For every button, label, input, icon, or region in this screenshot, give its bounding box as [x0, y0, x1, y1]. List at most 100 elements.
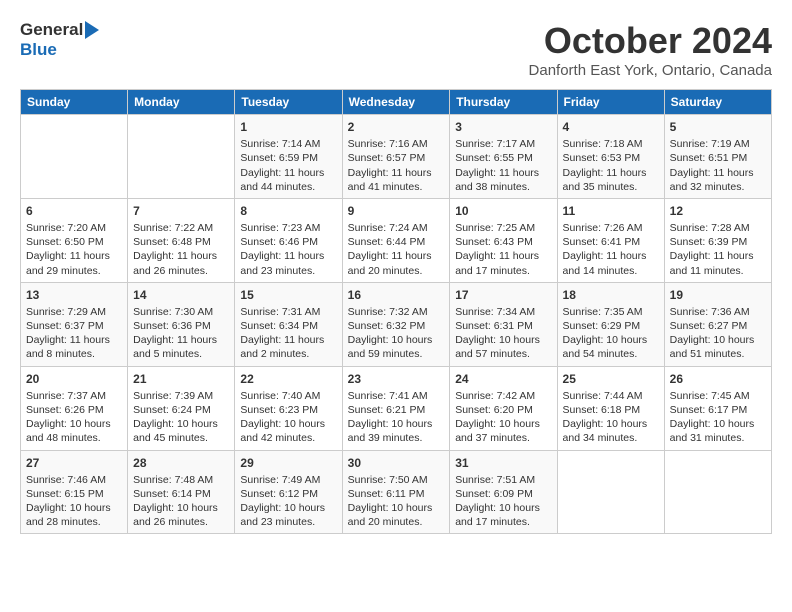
- day-number: 21: [133, 371, 229, 387]
- day-cell: 17 Sunrise: 7:34 AMSunset: 6:31 PMDayligh…: [450, 282, 557, 366]
- week-row-3: 13 Sunrise: 7:29 AMSunset: 6:37 PMDayligh…: [21, 282, 772, 366]
- day-cell: 6 Sunrise: 7:20 AMSunset: 6:50 PMDaylight…: [21, 198, 128, 282]
- day-info: Sunrise: 7:18 AMSunset: 6:53 PMDaylight:…: [563, 137, 659, 194]
- day-number: 6: [26, 203, 122, 219]
- week-row-5: 27Sunrise: 7:46 AMSunset: 6:15 PMDayligh…: [21, 450, 772, 534]
- day-info: Sunrise: 7:23 AMSunset: 6:46 PMDaylight:…: [240, 221, 336, 278]
- day-info: Sunrise: 7:37 AMSunset: 6:26 PMDaylight:…: [26, 389, 122, 446]
- day-cell: 3 Sunrise: 7:17 AMSunset: 6:55 PMDaylight…: [450, 115, 557, 199]
- day-number: 1: [240, 119, 336, 135]
- day-info: Sunrise: 7:14 AMSunset: 6:59 PMDaylight:…: [240, 137, 336, 194]
- day-number: 24: [455, 371, 551, 387]
- day-number: 20: [26, 371, 122, 387]
- day-cell: 8 Sunrise: 7:23 AMSunset: 6:46 PMDaylight…: [235, 198, 342, 282]
- day-number: 14: [133, 287, 229, 303]
- day-info: Sunrise: 7:31 AMSunset: 6:34 PMDaylight:…: [240, 305, 336, 362]
- location: Danforth East York, Ontario, Canada: [529, 62, 772, 79]
- day-cell: 11Sunrise: 7:26 AMSunset: 6:41 PMDayligh…: [557, 198, 664, 282]
- day-cell: 12 Sunrise: 7:28 AMSunset: 6:39 PMDayligh…: [664, 198, 771, 282]
- day-number: 2: [348, 119, 445, 135]
- day-number: 30: [348, 455, 445, 471]
- day-info: Sunrise: 7:41 AMSunset: 6:21 PMDaylight:…: [348, 389, 445, 446]
- day-info: Sunrise: 7:28 AMSunset: 6:39 PMDaylight:…: [670, 221, 766, 278]
- day-info: Sunrise: 7:51 AMSunset: 6:09 PMDaylight:…: [455, 473, 551, 530]
- day-cell: 19 Sunrise: 7:36 AMSunset: 6:27 PMDayligh…: [664, 282, 771, 366]
- day-info: Sunrise: 7:25 AMSunset: 6:43 PMDaylight:…: [455, 221, 551, 278]
- day-number: 17: [455, 287, 551, 303]
- day-info: Sunrise: 7:20 AMSunset: 6:50 PMDaylight:…: [26, 221, 122, 278]
- day-cell: 4 Sunrise: 7:18 AMSunset: 6:53 PMDaylight…: [557, 115, 664, 199]
- day-info: Sunrise: 7:42 AMSunset: 6:20 PMDaylight:…: [455, 389, 551, 446]
- day-cell: 22Sunrise: 7:40 AMSunset: 6:23 PMDayligh…: [235, 366, 342, 450]
- day-number: 13: [26, 287, 122, 303]
- column-header-monday: Monday: [128, 90, 235, 115]
- day-info: Sunrise: 7:48 AMSunset: 6:14 PMDaylight:…: [133, 473, 229, 530]
- day-info: Sunrise: 7:45 AMSunset: 6:17 PMDaylight:…: [670, 389, 766, 446]
- day-cell: 10Sunrise: 7:25 AMSunset: 6:43 PMDayligh…: [450, 198, 557, 282]
- week-row-4: 20 Sunrise: 7:37 AMSunset: 6:26 PMDayligh…: [21, 366, 772, 450]
- logo: General Blue: [20, 20, 99, 60]
- day-cell: 21 Sunrise: 7:39 AMSunset: 6:24 PMDayligh…: [128, 366, 235, 450]
- logo-general: General: [20, 20, 83, 39]
- day-cell: 28 Sunrise: 7:48 AMSunset: 6:14 PMDayligh…: [128, 450, 235, 534]
- day-number: 15: [240, 287, 336, 303]
- day-cell: 15 Sunrise: 7:31 AMSunset: 6:34 PMDayligh…: [235, 282, 342, 366]
- day-number: 18: [563, 287, 659, 303]
- day-cell: 1 Sunrise: 7:14 AMSunset: 6:59 PMDaylight…: [235, 115, 342, 199]
- day-number: 25: [563, 371, 659, 387]
- column-header-saturday: Saturday: [664, 90, 771, 115]
- day-number: 19: [670, 287, 766, 303]
- day-number: 23: [348, 371, 445, 387]
- day-info: Sunrise: 7:34 AMSunset: 6:31 PMDaylight:…: [455, 305, 551, 362]
- column-header-tuesday: Tuesday: [235, 90, 342, 115]
- day-number: 31: [455, 455, 551, 471]
- day-info: Sunrise: 7:36 AMSunset: 6:27 PMDaylight:…: [670, 305, 766, 362]
- day-info: Sunrise: 7:39 AMSunset: 6:24 PMDaylight:…: [133, 389, 229, 446]
- calendar-table: SundayMondayTuesdayWednesdayThursdayFrid…: [20, 89, 772, 534]
- day-number: 5: [670, 119, 766, 135]
- column-header-thursday: Thursday: [450, 90, 557, 115]
- day-info: Sunrise: 7:35 AMSunset: 6:29 PMDaylight:…: [563, 305, 659, 362]
- day-number: 9: [348, 203, 445, 219]
- day-info: Sunrise: 7:40 AMSunset: 6:23 PMDaylight:…: [240, 389, 336, 446]
- day-info: Sunrise: 7:49 AMSunset: 6:12 PMDaylight:…: [240, 473, 336, 530]
- logo-blue: Blue: [20, 40, 57, 59]
- day-cell: 18 Sunrise: 7:35 AMSunset: 6:29 PMDayligh…: [557, 282, 664, 366]
- week-row-1: 1 Sunrise: 7:14 AMSunset: 6:59 PMDaylight…: [21, 115, 772, 199]
- day-info: Sunrise: 7:17 AMSunset: 6:55 PMDaylight:…: [455, 137, 551, 194]
- day-info: Sunrise: 7:50 AMSunset: 6:11 PMDaylight:…: [348, 473, 445, 530]
- day-number: 3: [455, 119, 551, 135]
- day-number: 8: [240, 203, 336, 219]
- day-info: Sunrise: 7:46 AMSunset: 6:15 PMDaylight:…: [26, 473, 122, 530]
- day-info: Sunrise: 7:44 AMSunset: 6:18 PMDaylight:…: [563, 389, 659, 446]
- day-number: 12: [670, 203, 766, 219]
- day-cell: [21, 115, 128, 199]
- column-header-wednesday: Wednesday: [342, 90, 450, 115]
- day-cell: 24 Sunrise: 7:42 AMSunset: 6:20 PMDayligh…: [450, 366, 557, 450]
- day-number: 7: [133, 203, 229, 219]
- day-info: Sunrise: 7:32 AMSunset: 6:32 PMDaylight:…: [348, 305, 445, 362]
- day-cell: 20 Sunrise: 7:37 AMSunset: 6:26 PMDayligh…: [21, 366, 128, 450]
- day-cell: 29 Sunrise: 7:49 AMSunset: 6:12 PMDayligh…: [235, 450, 342, 534]
- week-row-2: 6 Sunrise: 7:20 AMSunset: 6:50 PMDaylight…: [21, 198, 772, 282]
- day-info: Sunrise: 7:30 AMSunset: 6:36 PMDaylight:…: [133, 305, 229, 362]
- day-info: Sunrise: 7:29 AMSunset: 6:37 PMDaylight:…: [26, 305, 122, 362]
- title-block: October 2024 Danforth East York, Ontario…: [529, 20, 772, 79]
- day-number: 4: [563, 119, 659, 135]
- month-title: October 2024: [529, 20, 772, 62]
- day-number: 11: [563, 203, 659, 219]
- day-cell: 30 Sunrise: 7:50 AMSunset: 6:11 PMDayligh…: [342, 450, 450, 534]
- day-info: Sunrise: 7:22 AMSunset: 6:48 PMDaylight:…: [133, 221, 229, 278]
- column-header-sunday: Sunday: [21, 90, 128, 115]
- day-cell: 13 Sunrise: 7:29 AMSunset: 6:37 PMDayligh…: [21, 282, 128, 366]
- day-info: Sunrise: 7:24 AMSunset: 6:44 PMDaylight:…: [348, 221, 445, 278]
- logo-icon: [85, 21, 99, 39]
- header-row: SundayMondayTuesdayWednesdayThursdayFrid…: [21, 90, 772, 115]
- day-info: Sunrise: 7:19 AMSunset: 6:51 PMDaylight:…: [670, 137, 766, 194]
- day-cell: 31 Sunrise: 7:51 AMSunset: 6:09 PMDayligh…: [450, 450, 557, 534]
- day-number: 26: [670, 371, 766, 387]
- day-number: 29: [240, 455, 336, 471]
- day-cell: [664, 450, 771, 534]
- day-number: 28: [133, 455, 229, 471]
- column-header-friday: Friday: [557, 90, 664, 115]
